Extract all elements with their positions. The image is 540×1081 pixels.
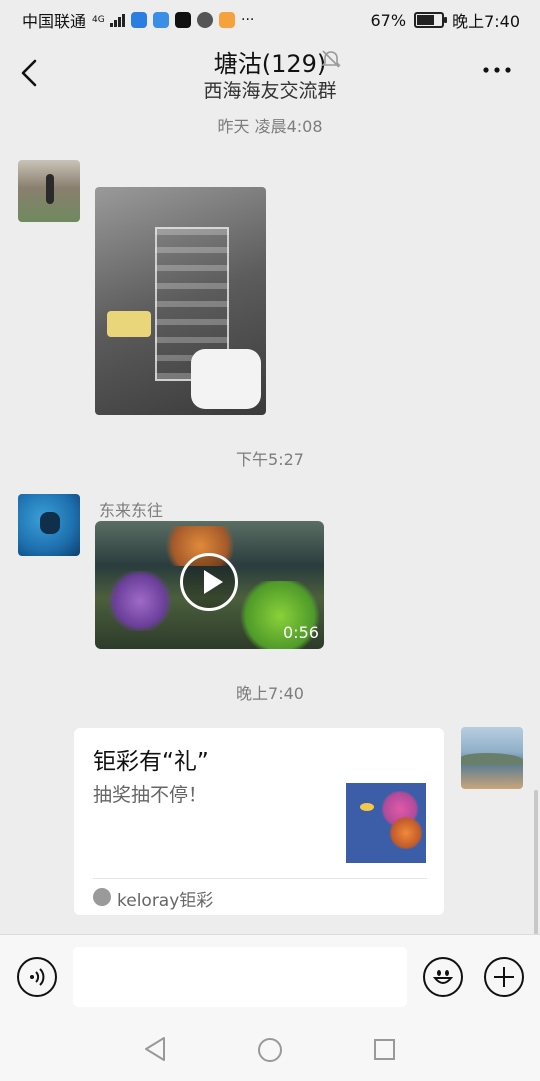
card-divider bbox=[93, 878, 427, 879]
play-icon[interactable] bbox=[180, 553, 238, 611]
signal-icon bbox=[110, 13, 126, 27]
nav-back-icon[interactable] bbox=[143, 1036, 167, 1062]
avatar-diver bbox=[40, 512, 60, 534]
carrier-name: 中国联通 bbox=[22, 12, 87, 31]
smile-face-icon bbox=[432, 970, 454, 984]
app-orange-icon bbox=[219, 12, 236, 28]
nav-home-icon[interactable] bbox=[258, 1038, 282, 1062]
image-message[interactable] bbox=[95, 187, 266, 415]
status-right: 67% 晚上7:40 bbox=[371, 8, 521, 32]
more-notifications-icon: ··· bbox=[241, 12, 255, 28]
image-label-white bbox=[191, 349, 261, 409]
avatar-self[interactable] bbox=[461, 727, 523, 789]
avatar[interactable] bbox=[18, 494, 80, 556]
scrollbar[interactable] bbox=[534, 790, 538, 935]
voice-waves-icon bbox=[30, 968, 45, 986]
image-label-yellow bbox=[107, 311, 151, 337]
message-input[interactable] bbox=[73, 947, 407, 1007]
network-type: 4G bbox=[92, 14, 105, 25]
chat-header: 塘沽(129) 西海海友交流群 bbox=[0, 36, 540, 108]
chat-title: 塘沽(129) bbox=[213, 50, 327, 78]
app-shield-icon bbox=[131, 12, 148, 28]
thumb-coral-orange bbox=[388, 817, 424, 849]
card-description: 抽奖抽不停！ bbox=[93, 784, 208, 806]
video-duration: 0:56 bbox=[283, 623, 319, 642]
battery-fill bbox=[417, 15, 435, 25]
card-thumbnail bbox=[346, 783, 426, 863]
plus-icon[interactable] bbox=[484, 957, 524, 997]
source-logo-icon bbox=[93, 888, 111, 906]
voice-icon[interactable] bbox=[17, 957, 57, 997]
chat-subtitle: 西海海友交流群 bbox=[203, 80, 337, 102]
status-left: 中国联通 4G ··· bbox=[22, 8, 254, 32]
app-cloud-icon bbox=[153, 12, 170, 28]
sender-name: 东来东往 bbox=[99, 501, 164, 520]
security-icon bbox=[197, 12, 214, 28]
card-title: 钜彩有“礼” bbox=[93, 749, 209, 775]
thumb-fish bbox=[360, 803, 374, 811]
card-source: keloray钜彩 bbox=[117, 891, 214, 911]
avatar-hill bbox=[461, 753, 523, 765]
battery-icon bbox=[414, 12, 448, 28]
tiktok-icon bbox=[175, 12, 192, 28]
avatar-figure bbox=[46, 174, 54, 204]
timestamp: 晚上7:40 bbox=[236, 684, 304, 703]
clock: 晚上7:40 bbox=[452, 12, 520, 31]
emoji-icon[interactable] bbox=[423, 957, 463, 997]
battery-percent: 67% bbox=[370, 10, 407, 30]
bell-off-icon bbox=[321, 50, 341, 68]
timestamp: 下午5:27 bbox=[236, 450, 304, 469]
status-bar: 中国联通 4G ··· 67% 晚上7:40 bbox=[0, 0, 540, 36]
nav-recent-icon[interactable] bbox=[374, 1039, 395, 1060]
avatar[interactable] bbox=[18, 160, 80, 222]
timestamp: 昨天 凌晨4:08 bbox=[217, 117, 323, 136]
more-icon[interactable] bbox=[482, 66, 512, 74]
coral-purple bbox=[105, 571, 175, 631]
